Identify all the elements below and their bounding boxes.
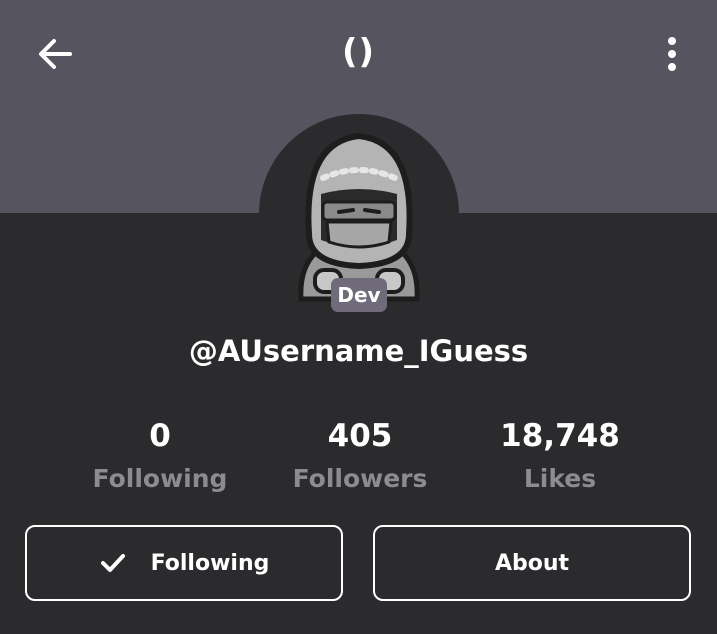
- about-button[interactable]: About: [373, 525, 691, 601]
- username: @AUsername_IGuess: [188, 334, 529, 368]
- page-title: (): [341, 32, 376, 72]
- stat-value: 405: [327, 418, 393, 454]
- stat-value: 18,748: [500, 418, 620, 454]
- stat-label: Following: [92, 464, 228, 493]
- following-button[interactable]: Following: [25, 525, 343, 601]
- stat-following[interactable]: 0 Following: [60, 418, 260, 493]
- check-icon: [100, 554, 125, 572]
- more-vertical-icon: [668, 37, 676, 71]
- stat-value: 0: [149, 418, 171, 454]
- stat-likes[interactable]: 18,748 Likes: [460, 418, 660, 493]
- stat-label: Likes: [523, 464, 597, 493]
- about-button-label: About: [494, 550, 570, 576]
- dev-badge: Dev: [331, 278, 387, 312]
- stat-label: Followers: [292, 464, 428, 493]
- following-button-label: Following: [150, 550, 270, 576]
- stat-followers[interactable]: 405 Followers: [260, 418, 460, 493]
- more-options-button[interactable]: [660, 34, 684, 74]
